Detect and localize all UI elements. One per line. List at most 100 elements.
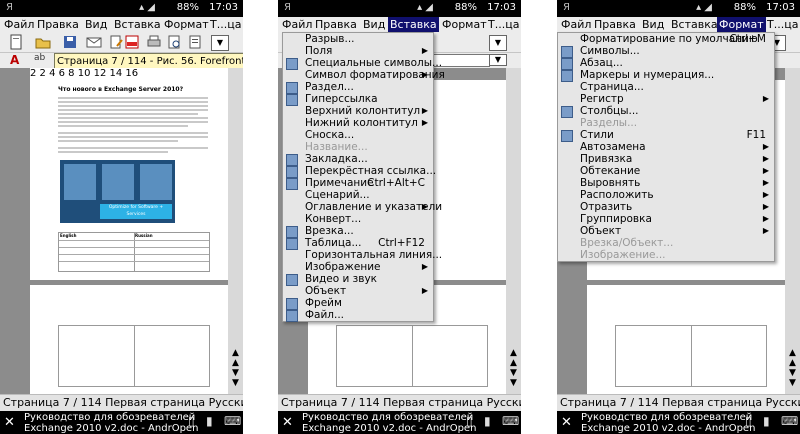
- format-menu-item[interactable]: Абзац...: [558, 57, 774, 70]
- menu-format[interactable]: Формат: [717, 17, 766, 32]
- insert-menu-item[interactable]: Разрыв...: [283, 33, 433, 45]
- menu-table[interactable]: Т...ца: [208, 17, 243, 32]
- insert-menu-item[interactable]: Горизонтальная линия...: [283, 249, 442, 261]
- vertical-scrollbar[interactable]: ▲ ▲ ▼ ▼: [785, 68, 800, 394]
- format-menu-item[interactable]: Автозамена ▶: [558, 141, 774, 153]
- document-page[interactable]: Что нового в Exchange Server 2010? Optim…: [30, 80, 228, 280]
- mouse-icon-2[interactable]: ▮: [763, 414, 770, 428]
- format-menu-item[interactable]: Привязка ▶: [558, 153, 774, 165]
- page-nav-arrows[interactable]: ▲ ▲ ▼ ▼: [230, 348, 241, 388]
- menu-insert[interactable]: Вставка: [388, 17, 439, 32]
- format-menu-item-label: Группировка: [580, 213, 652, 225]
- mouse-icon-2[interactable]: ▮: [206, 414, 213, 428]
- insert-menu-item[interactable]: Нижний колонтитул ▶: [283, 117, 433, 129]
- menu-table[interactable]: Т...ца: [486, 17, 521, 32]
- print-icon[interactable]: [146, 34, 162, 50]
- document-page-2[interactable]: [587, 285, 785, 394]
- format-menu-item[interactable]: Регистр ▶: [558, 93, 774, 105]
- format-menu-item[interactable]: Объект ▶: [558, 225, 774, 237]
- format-menu-item[interactable]: Расположить ▶: [558, 189, 774, 201]
- carrier-icon: Я: [6, 2, 13, 13]
- keyboard-icon[interactable]: ⌨: [781, 414, 798, 428]
- menu-edit[interactable]: Правка: [35, 17, 81, 32]
- text-document-icon[interactable]: [187, 34, 203, 50]
- format-menu-item[interactable]: Стили F11: [558, 129, 774, 142]
- insert-menu-item[interactable]: Оглавление и указатели ▶: [283, 201, 442, 213]
- menu-table[interactable]: Т...ца: [765, 17, 800, 32]
- insert-menu-item[interactable]: Файл...: [283, 309, 433, 322]
- insert-menu-item[interactable]: Примечание Ctrl+Alt+C: [283, 177, 433, 190]
- insert-menu-item[interactable]: Перекрёстная ссылка...: [283, 165, 436, 178]
- format-menu-item[interactable]: Группировка ▶: [558, 213, 774, 225]
- format-menu-item[interactable]: Маркеры и нумерация...: [558, 69, 774, 82]
- insert-menu-item[interactable]: Видео и звук: [283, 273, 433, 286]
- font-color-icon[interactable]: A: [10, 53, 19, 67]
- open-folder-icon[interactable]: [35, 34, 51, 50]
- menu-view[interactable]: Вид: [640, 17, 666, 32]
- insert-menu-item[interactable]: Специальные символы...: [283, 57, 442, 70]
- insert-menu-item[interactable]: Фрейм: [283, 297, 433, 310]
- keyboard-icon[interactable]: ⌨: [502, 414, 519, 428]
- insert-menu-item[interactable]: Конверт...: [283, 213, 433, 225]
- format-menu-item[interactable]: Обтекание ▶: [558, 165, 774, 177]
- close-icon[interactable]: ✕: [4, 415, 15, 430]
- new-document-icon[interactable]: [8, 34, 24, 50]
- insert-menu-item[interactable]: Закладка...: [283, 153, 433, 166]
- toolbar-dropdown[interactable]: ▼: [211, 35, 229, 51]
- insert-menu-item[interactable]: Сценарий...: [283, 189, 433, 201]
- menu-view[interactable]: Вид: [83, 17, 109, 32]
- insert-menu-item[interactable]: Гиперссылка: [283, 93, 433, 106]
- insert-menu-item[interactable]: Поля ▶: [283, 45, 433, 57]
- format-menu-item[interactable]: Выровнять ▶: [558, 177, 774, 189]
- insert-menu-item[interactable]: Символ форматирования ▶: [283, 69, 445, 81]
- menu-file[interactable]: Файл: [2, 17, 36, 32]
- insert-menu-item[interactable]: Раздел...: [283, 81, 433, 94]
- toolbar-dropdown[interactable]: ▼: [489, 35, 507, 51]
- format-menu-item-label: Изображение...: [580, 249, 666, 261]
- email-icon[interactable]: [86, 34, 102, 50]
- format-menu-item[interactable]: Символы...: [558, 45, 774, 58]
- document-page-2[interactable]: [30, 285, 228, 394]
- menu-edit[interactable]: Правка: [592, 17, 638, 32]
- save-icon[interactable]: [62, 34, 78, 50]
- menu-format[interactable]: Формат: [440, 17, 489, 32]
- menu-view[interactable]: Вид: [361, 17, 387, 32]
- insert-menu-item[interactable]: Таблица... Ctrl+F12: [283, 237, 433, 250]
- insert-menu-item[interactable]: Верхний колонтитул ▶: [283, 105, 433, 117]
- mouse-icon[interactable]: ▯: [466, 414, 473, 428]
- insert-menu-item[interactable]: Объект ▶: [283, 285, 433, 297]
- edit-file-icon[interactable]: [108, 34, 124, 50]
- vertical-scrollbar[interactable]: ▲ ▲ ▼ ▼: [506, 68, 521, 394]
- spellcheck-icon[interactable]: ab: [34, 53, 45, 63]
- format-menu-item[interactable]: Форматирование по умолчанию Ctrl+M: [558, 33, 774, 45]
- format-menu-item[interactable]: Страница...: [558, 81, 774, 93]
- menu-format[interactable]: Формат: [162, 17, 211, 32]
- format-menu-item[interactable]: Отразить ▶: [558, 201, 774, 213]
- insert-menu-item[interactable]: Сноска...: [283, 129, 433, 141]
- vertical-scrollbar[interactable]: ▲ ▲ ▼ ▼: [228, 68, 243, 394]
- close-icon[interactable]: ✕: [282, 415, 293, 430]
- page-nav-arrows[interactable]: ▲ ▲ ▼ ▼: [508, 348, 519, 388]
- format-menu-item[interactable]: Столбцы...: [558, 105, 774, 118]
- insert-menu-item[interactable]: Изображение ▶: [283, 261, 433, 273]
- font-size-dropdown[interactable]: ▼: [489, 54, 507, 66]
- export-pdf-icon[interactable]: [124, 34, 140, 50]
- menu-insert[interactable]: Вставка: [112, 17, 163, 32]
- menu-edit[interactable]: Правка: [313, 17, 359, 32]
- insert-menu-item-label: Закладка...: [305, 153, 368, 165]
- mouse-icon[interactable]: ▯: [188, 414, 195, 428]
- text-line: [58, 132, 208, 134]
- close-icon[interactable]: ✕: [561, 415, 572, 430]
- mouse-icon[interactable]: ▯: [745, 414, 752, 428]
- menu-file[interactable]: Файл: [559, 17, 593, 32]
- text-line: [58, 109, 208, 111]
- clock: 17:03: [487, 2, 516, 13]
- menu-insert[interactable]: Вставка: [669, 17, 720, 32]
- mouse-icon-2[interactable]: ▮: [484, 414, 491, 428]
- page-nav-arrows[interactable]: ▲ ▲ ▼ ▼: [787, 348, 798, 388]
- insert-menu-item[interactable]: Врезка...: [283, 225, 433, 238]
- page-preview-icon[interactable]: [166, 34, 182, 50]
- menu-file[interactable]: Файл: [280, 17, 314, 32]
- keyboard-icon[interactable]: ⌨: [224, 414, 241, 428]
- main-toolbar: ▼: [0, 32, 243, 53]
